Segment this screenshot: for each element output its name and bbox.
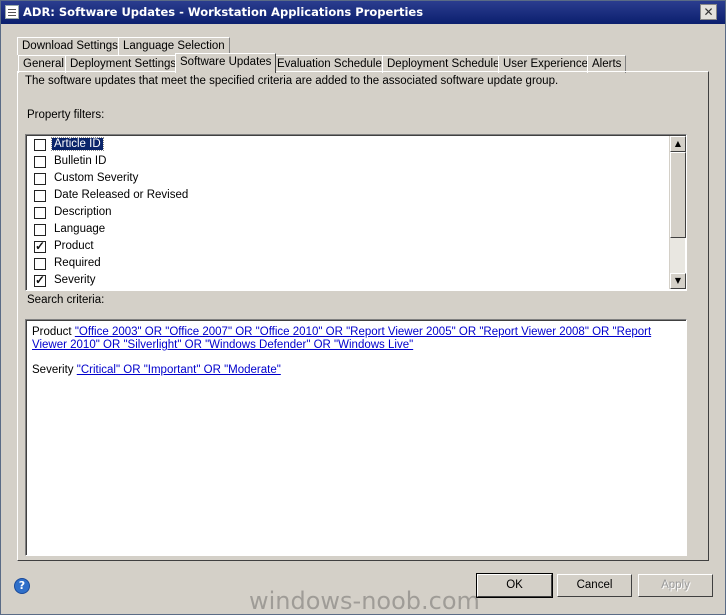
title-bar[interactable]: ADR: Software Updates - Workstation Appl… — [1, 1, 725, 24]
tab-download-settings[interactable]: Download Settings — [17, 37, 123, 55]
property-filters-label: Property filters: — [27, 109, 105, 121]
filter-label: Article ID — [51, 137, 104, 151]
filter-label: Bulletin ID — [54, 155, 107, 167]
cancel-button[interactable]: Cancel — [557, 574, 632, 597]
apply-button[interactable]: Apply — [638, 574, 713, 597]
close-button[interactable]: ✕ — [700, 4, 717, 20]
scroll-thumb[interactable] — [670, 152, 686, 238]
checkbox-icon[interactable] — [34, 258, 46, 270]
properties-dialog: ADR: Software Updates - Workstation Appl… — [0, 0, 726, 615]
description-text: The software updates that meet the speci… — [25, 75, 559, 87]
checkbox-icon[interactable] — [34, 190, 46, 202]
search-criteria-label: Search criteria: — [27, 294, 105, 306]
criteria-value-link[interactable]: "Critical" OR "Important" OR "Moderate" — [77, 364, 281, 376]
checkbox-icon[interactable] — [34, 224, 46, 236]
criteria-property: Severity — [32, 364, 74, 376]
checkbox-icon[interactable] — [34, 273, 46, 287]
criteria-property: Product — [32, 326, 72, 338]
checkbox-icon[interactable] — [34, 207, 46, 219]
criteria-product: Product "Office 2003" OR "Office 2007" O… — [32, 326, 680, 352]
ok-button[interactable]: OK — [476, 573, 553, 598]
vertical-scrollbar[interactable]: ▲ ▼ — [669, 136, 686, 289]
filter-label: Language — [54, 223, 106, 235]
scroll-down-icon[interactable]: ▼ — [670, 273, 686, 289]
filter-label: Required — [54, 257, 101, 269]
scroll-up-icon[interactable]: ▲ — [670, 136, 686, 152]
search-criteria-box: Product "Office 2003" OR "Office 2007" O… — [25, 319, 687, 556]
checkbox-icon[interactable] — [34, 239, 46, 253]
filter-label: Custom Severity — [54, 172, 139, 184]
filter-label: Severity — [54, 274, 96, 286]
window-title: ADR: Software Updates - Workstation Appl… — [23, 5, 424, 19]
window-icon — [5, 5, 19, 19]
criteria-value-link[interactable]: "Office 2003" OR "Office 2007" OR "Offic… — [32, 326, 651, 351]
filter-label: Date Released or Revised — [54, 189, 189, 201]
help-icon[interactable]: ? — [14, 578, 30, 594]
checkbox-icon[interactable] — [34, 156, 46, 168]
criteria-severity: Severity "Critical" OR "Important" OR "M… — [32, 364, 680, 377]
filter-label: Product — [54, 240, 94, 252]
property-filter-list[interactable]: Article ID Bulletin ID Custom Severity D… — [25, 134, 687, 291]
checkbox-icon[interactable] — [34, 173, 46, 185]
tab-software-updates[interactable]: Software Updates — [175, 53, 277, 73]
watermark: windows-noob.com — [249, 587, 480, 615]
filter-label: Description — [54, 206, 112, 218]
checkbox-icon[interactable] — [34, 139, 46, 151]
